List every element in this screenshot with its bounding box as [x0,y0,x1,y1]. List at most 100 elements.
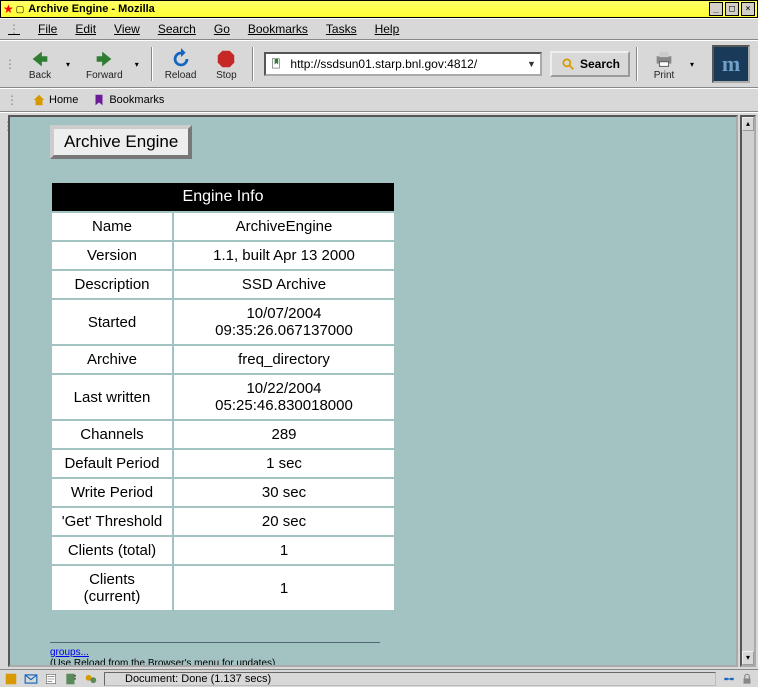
back-label: Back [29,70,51,81]
row-value: 30 sec [174,479,394,506]
table-row: Default Period1 sec [52,450,394,477]
composer-icon[interactable] [44,672,58,686]
table-row: Archivefreq_directory [52,346,394,373]
reload-button[interactable]: Reload [159,46,203,83]
row-value: 1 [174,537,394,564]
row-value: 1 [174,566,394,610]
back-button[interactable]: Back [20,46,60,83]
bookmark-page-icon[interactable] [270,57,284,71]
menu-help[interactable]: Help [375,22,400,36]
forward-arrow-icon [93,48,115,70]
row-value: 10/07/2004 09:35:26.067137000 [174,300,394,344]
print-label: Print [654,70,675,81]
forward-dropdown[interactable]: ▾ [135,60,143,69]
row-label: Clients (current) [52,566,172,610]
online-icon[interactable] [722,672,736,686]
url-dropdown[interactable]: ▼ [527,59,536,69]
search-label: Search [580,57,620,71]
bookmarks-button[interactable]: Bookmarks [92,93,164,107]
grip-icon[interactable]: ⋮ [4,57,16,71]
content-wrapper: ⋮ Archive Engine Engine Info NameArchive… [0,112,758,669]
navigator-icon[interactable] [4,672,18,686]
home-icon [32,93,46,107]
row-value: 289 [174,421,394,448]
reload-label: Reload [165,70,197,81]
row-label: 'Get' Threshold [52,508,172,535]
chat-icon[interactable] [84,672,98,686]
stop-icon [215,48,237,70]
row-label: Archive [52,346,172,373]
table-row: Channels289 [52,421,394,448]
menu-search[interactable]: Search [158,22,196,36]
row-label: Write Period [52,479,172,506]
menu-bookmarks[interactable]: Bookmarks [248,22,308,36]
bookmarks-icon [92,93,106,107]
reload-icon [170,48,192,70]
row-label: Version [52,242,172,269]
scroll-down-button[interactable]: ▾ [742,651,754,665]
search-button[interactable]: Search [550,51,630,77]
url-bar[interactable]: ▼ [264,52,542,76]
engine-info-table: Engine Info NameArchiveEngineVersion1.1,… [50,181,396,612]
star-icon: ★ [3,2,14,16]
grip-icon[interactable]: ⋮ [6,93,18,107]
home-button[interactable]: Home [32,93,78,107]
print-button[interactable]: Print [644,46,684,83]
menu-edit[interactable]: Edit [75,22,96,36]
divider [50,642,380,643]
window-title: Archive Engine - Mozilla [28,3,709,15]
addressbook-icon[interactable] [64,672,78,686]
page-content: Archive Engine Engine Info NameArchiveEn… [8,115,738,667]
row-value: 1.1, built Apr 13 2000 [174,242,394,269]
scroll-track[interactable] [742,131,754,651]
throbber-icon[interactable]: m [712,45,750,83]
forward-button[interactable]: Forward [80,46,129,83]
row-label: Last written [52,375,172,419]
groups-link[interactable]: groups... [50,647,89,658]
row-label: Default Period [52,450,172,477]
table-row: Version1.1, built Apr 13 2000 [52,242,394,269]
security-icon[interactable] [740,672,754,686]
menu-go[interactable]: Go [214,22,230,36]
separator [151,47,153,81]
stop-label: Stop [216,70,237,81]
menu-file[interactable]: File [38,22,57,36]
table-row: DescriptionSSD Archive [52,271,394,298]
row-value: freq_directory [174,346,394,373]
menu-tasks[interactable]: Tasks [326,22,357,36]
menu-view[interactable]: View [114,22,140,36]
print-icon [653,48,675,70]
row-value: 1 sec [174,450,394,477]
maximize-button[interactable]: □ [725,2,739,16]
back-dropdown[interactable]: ▾ [66,60,74,69]
table-row: 'Get' Threshold20 sec [52,508,394,535]
row-label: Description [52,271,172,298]
scroll-up-button[interactable]: ▴ [742,117,754,131]
grip-icon[interactable]: ⋮ [8,22,20,36]
stop-button[interactable]: Stop [206,46,246,83]
vertical-scrollbar[interactable]: ▴ ▾ [740,115,756,667]
table-row: Started10/07/2004 09:35:26.067137000 [52,300,394,344]
menu-bar: ⋮ File Edit View Search Go Bookmarks Tas… [0,18,758,40]
separator [636,47,638,81]
table-row: Last written10/22/2004 05:25:46.83001800… [52,375,394,419]
reload-note: (Use Reload from the Browser's menu for … [50,658,275,667]
table-row: Write Period30 sec [52,479,394,506]
table-row: Clients (current)1 [52,566,394,610]
mail-icon[interactable] [24,672,38,686]
app-menu-icon[interactable]: ▢ [16,4,25,15]
table-header: Engine Info [52,183,394,211]
status-message: Document: Done (1.137 secs) [104,672,716,686]
row-label: Name [52,213,172,240]
close-button[interactable]: × [741,2,755,16]
print-dropdown[interactable]: ▾ [690,60,698,69]
page-title: Archive Engine [50,125,192,159]
back-arrow-icon [29,48,51,70]
personal-toolbar: ⋮ Home Bookmarks [0,88,758,112]
toolbar: ⋮ Back ▾ Forward ▾ Reload Stop ▼ Search … [0,40,758,88]
home-label: Home [49,94,78,106]
forward-label: Forward [86,70,123,81]
page-footer: groups... (Use Reload from the Browser's… [50,642,736,667]
url-input[interactable] [288,56,523,72]
minimize-button[interactable]: _ [709,2,723,16]
